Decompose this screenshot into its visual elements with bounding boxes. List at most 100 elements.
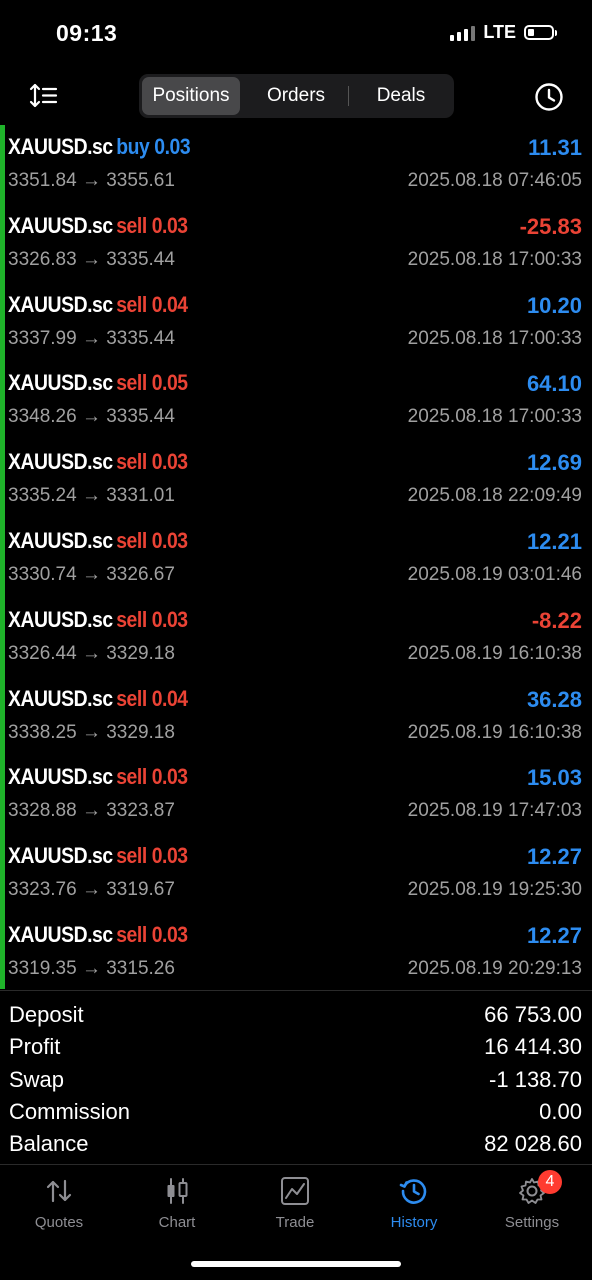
summary-value: 66 753.00	[484, 1002, 582, 1027]
deal-profit: 36.28	[526, 686, 582, 712]
tab-quotes[interactable]: Quotes	[0, 1168, 118, 1238]
tab-label: Trade	[275, 1214, 315, 1231]
deal-row[interactable]: XAUUSD.sc sell 0.03 15.03 3328.88 → 3323.…	[0, 758, 592, 837]
tab-label: Chart	[158, 1214, 196, 1231]
symbol-name: XAUUSD.sc	[8, 134, 113, 159]
deal-prices: 3351.84 → 3355.61	[8, 170, 175, 191]
deal-prices: 3326.44 → 3329.18	[8, 642, 175, 664]
summary-label: Deposit	[9, 1002, 84, 1027]
deal-row[interactable]: XAUUSD.sc sell 0.03 -8.22 3326.44 → 3329.…	[0, 601, 592, 680]
deal-prices: 3337.99 → 3335.44	[8, 327, 175, 349]
tab-label: History	[390, 1214, 438, 1231]
quotes-icon	[46, 1179, 72, 1203]
deal-profit: -25.83	[519, 213, 582, 239]
deal-symbol: XAUUSD.sc buy 0.03	[8, 134, 191, 160]
deal-row[interactable]: XAUUSD.sc sell 0.03 12.69 3335.24 → 3331.…	[0, 443, 592, 522]
tab-trade[interactable]: Trade	[236, 1168, 354, 1238]
status-bar: 09:13 LTE	[0, 0, 592, 70]
summary-row: Profit 16 414.30	[0, 1030, 592, 1062]
deal-prices: 3328.88 → 3323.87	[8, 800, 175, 822]
status-time: 09:13	[56, 20, 118, 46]
tab-orders[interactable]: Orders	[246, 77, 346, 115]
deal-time: 2025.08.18 07:46:05	[407, 170, 582, 191]
summary-value: 0.00	[539, 1098, 582, 1124]
sort-icon[interactable]	[28, 80, 60, 112]
chart-icon	[167, 1178, 188, 1204]
deal-symbol: XAUUSD.sc sell 0.03	[8, 449, 188, 475]
battery-icon	[524, 25, 557, 40]
history-clock-icon[interactable]	[532, 80, 566, 114]
trade-icon	[281, 1177, 309, 1205]
deal-prices: 3323.76 → 3319.67	[8, 879, 175, 901]
deal-row[interactable]: XAUUSD.sc sell 0.03 12.27 3323.76 → 3319.…	[0, 837, 592, 916]
deal-prices: 3335.24 → 3331.01	[8, 485, 175, 507]
deal-direction: sell 0.04	[116, 685, 188, 711]
segment-divider	[348, 86, 349, 106]
deal-direction: sell 0.03	[116, 527, 188, 553]
symbol-name: XAUUSD.sc	[8, 291, 113, 317]
summary-row: Commission 0.00	[0, 1095, 592, 1127]
deal-time: 2025.08.18 17:00:33	[407, 248, 582, 270]
summary-value: 82 028.60	[484, 1131, 582, 1157]
deal-direction: sell 0.03	[116, 921, 188, 947]
deal-time: 2025.08.19 20:29:13	[407, 957, 582, 979]
segmented-control: Positions Orders Deals	[139, 74, 454, 118]
symbol-name: XAUUSD.sc	[8, 606, 113, 632]
deal-direction: buy 0.03	[116, 134, 191, 159]
deal-prices: 3338.25 → 3329.18	[8, 721, 175, 743]
toolbar: Positions Orders Deals	[0, 72, 592, 122]
deal-prices: 3348.26 → 3335.44	[8, 406, 175, 428]
notification-badge: 4	[538, 1170, 562, 1194]
tab-chart[interactable]: Chart	[118, 1168, 236, 1238]
summary-row: Deposit 66 753.00	[0, 998, 592, 1030]
symbol-name: XAUUSD.sc	[8, 449, 113, 475]
deal-symbol: XAUUSD.sc sell 0.04	[8, 292, 188, 318]
summary-label: Swap	[9, 1066, 65, 1092]
deal-time: 2025.08.18 22:09:49	[407, 485, 582, 507]
tab-history[interactable]: History	[355, 1168, 473, 1238]
deal-symbol: XAUUSD.sc sell 0.03	[8, 764, 188, 790]
summary-row: Balance 82 028.60	[0, 1127, 592, 1159]
deal-profit: 12.27	[526, 922, 582, 948]
deal-prices: 3326.83 → 3335.44	[8, 248, 175, 270]
deal-symbol: XAUUSD.sc sell 0.03	[8, 607, 188, 633]
summary-label: Balance	[9, 1131, 89, 1157]
deal-row[interactable]: XAUUSD.sc sell 0.03 -25.83 3326.83 → 3335…	[0, 207, 592, 286]
deal-time: 2025.08.19 19:25:30	[407, 879, 582, 901]
signal-icon	[450, 25, 476, 41]
deal-time: 2025.08.18 17:00:33	[407, 327, 582, 349]
tab-bar: Quotes Chart Trade History 4 Settings	[0, 1168, 592, 1248]
deal-time: 2025.08.19 16:10:38	[407, 642, 582, 664]
deal-direction: sell 0.03	[116, 764, 188, 790]
tab-positions[interactable]: Positions	[142, 77, 240, 115]
symbol-name: XAUUSD.sc	[8, 921, 113, 947]
deal-direction: sell 0.03	[116, 843, 188, 869]
deal-profit: 64.10	[526, 371, 582, 397]
divider	[0, 1164, 592, 1165]
tab-deals[interactable]: Deals	[351, 77, 451, 115]
deal-row[interactable]: XAUUSD.sc sell 0.04 10.20 3337.99 → 3335.…	[0, 286, 592, 365]
summary-value: 16 414.30	[484, 1034, 582, 1060]
deal-time: 2025.08.18 17:00:33	[407, 406, 582, 428]
deal-time: 2025.08.19 17:47:03	[407, 800, 582, 822]
deal-row[interactable]: XAUUSD.sc sell 0.04 36.28 3338.25 → 3329.…	[0, 680, 592, 759]
deal-direction: sell 0.04	[116, 291, 188, 317]
deal-row[interactable]: XAUUSD.sc sell 0.03 12.27 3319.35 → 3315.…	[0, 916, 592, 995]
summary-label: Commission	[9, 1098, 131, 1124]
deal-prices: 3319.35 → 3315.26	[8, 957, 175, 979]
deal-profit: 12.21	[526, 528, 582, 554]
deal-symbol: XAUUSD.sc sell 0.04	[8, 686, 188, 712]
symbol-name: XAUUSD.sc	[8, 212, 113, 238]
deal-profit: 12.27	[526, 844, 582, 870]
deal-row[interactable]: XAUUSD.sc sell 0.03 12.21 3330.74 → 3326.…	[0, 522, 592, 601]
tab-settings[interactable]: 4 Settings	[473, 1168, 591, 1238]
symbol-name: XAUUSD.sc	[8, 527, 113, 553]
deal-direction: sell 0.05	[116, 370, 188, 396]
deal-row[interactable]: XAUUSD.sc sell 0.05 64.10 3348.26 → 3335.…	[0, 364, 592, 443]
deal-row[interactable]: XAUUSD.sc buy 0.03 11.31 3351.84 → 3355.6…	[0, 128, 592, 207]
deal-direction: sell 0.03	[116, 606, 188, 632]
deal-direction: sell 0.03	[116, 449, 188, 475]
deal-time: 2025.08.19 16:10:38	[407, 721, 582, 743]
status-indicators: LTE	[450, 22, 557, 43]
deal-prices: 3330.74 → 3326.67	[8, 563, 175, 585]
